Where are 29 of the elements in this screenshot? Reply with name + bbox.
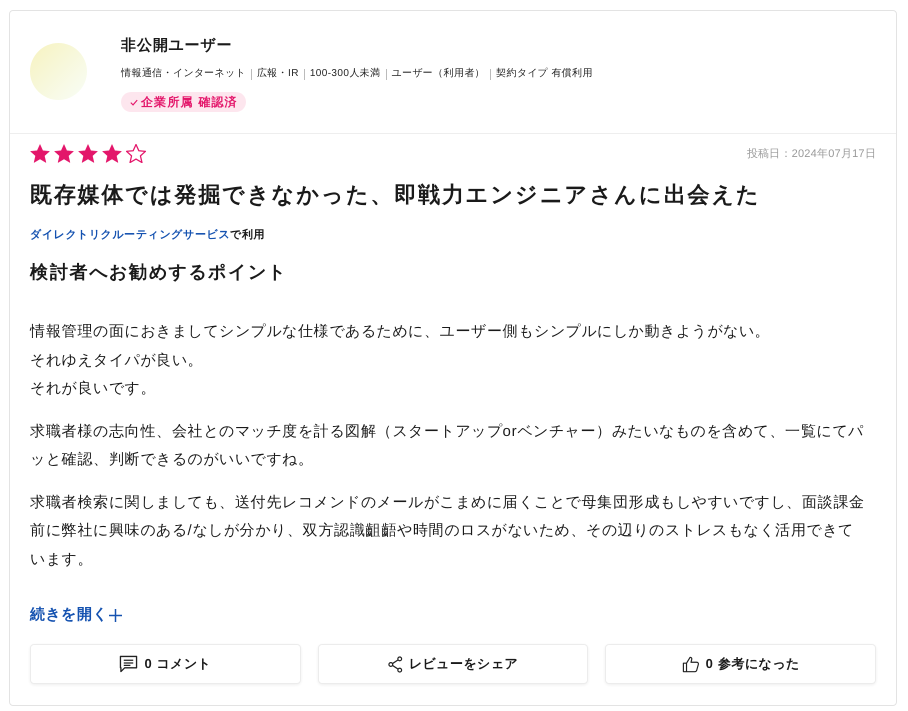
star-icon [102,144,122,163]
review-title: 既存媒体では発掘できなかった、即戦力エンジニアさんに出会えた [30,181,762,209]
share-button[interactable]: レビューをシェア [318,644,588,684]
profile-detail: 広報・IR [256,67,299,81]
profile-detail: 情報通信・インターネット [121,67,246,81]
star-icon [78,144,98,163]
star-icon [30,144,50,163]
service-usage-text: ダイレクトリクルーティングサービスで利用 [30,228,266,243]
review-paragraph: 求職者検索に関しましても、送付先レコメンドのメールがこまめに届くことで母集団形成もしやすいですし、面談課金 前に弊社に興味のある/なしが分かり、双方認識齟齬や時間のロスがないため、その辺りのストレスもなく活用できて います。 [30,492,865,570]
profile-detail: 契約タイプ 有償利用 [496,67,593,81]
review-paragraph: 求職者様の志向性、会社とのマッチ度を計る図解（スタートアップorベンチャー）みたいなものを含めて、一覧にてパ ッと確認、判断できるのがいいですね。 [30,422,864,470]
helpful-button[interactable]: 0 参考になった [605,644,876,684]
plus-icon [109,608,122,622]
comment-button[interactable]: 0 コメント [30,644,301,684]
section-heading: 検討者へお勧めするポイント [30,261,288,284]
check-icon [130,98,138,106]
verification-label: 企業所属 確認済 [141,94,238,110]
profile-detail: 100-300人未満 [310,67,381,81]
star-outline-icon [126,144,146,163]
share-icon [388,656,403,672]
post-date: 投稿日：2024年07月17日 [746,146,876,162]
star-icon [54,144,74,163]
service-link[interactable]: ダイレクトリクルーティングサービス [30,229,230,241]
comment-icon [119,655,138,673]
review-paragraph: 情報管理の面におきましてシンプルな仕様であるために、ユーザー側もシンプルにしか動きようがない。 それゆえタイパが良い。 それが良いです。 [30,322,770,399]
profile-detail: ユーザー（利用者） [392,67,486,81]
thumbs-up-icon [682,656,700,672]
reviewer-name: 非公開ユーザー [121,36,232,56]
read-more-link[interactable]: 続きを開く [30,605,122,625]
